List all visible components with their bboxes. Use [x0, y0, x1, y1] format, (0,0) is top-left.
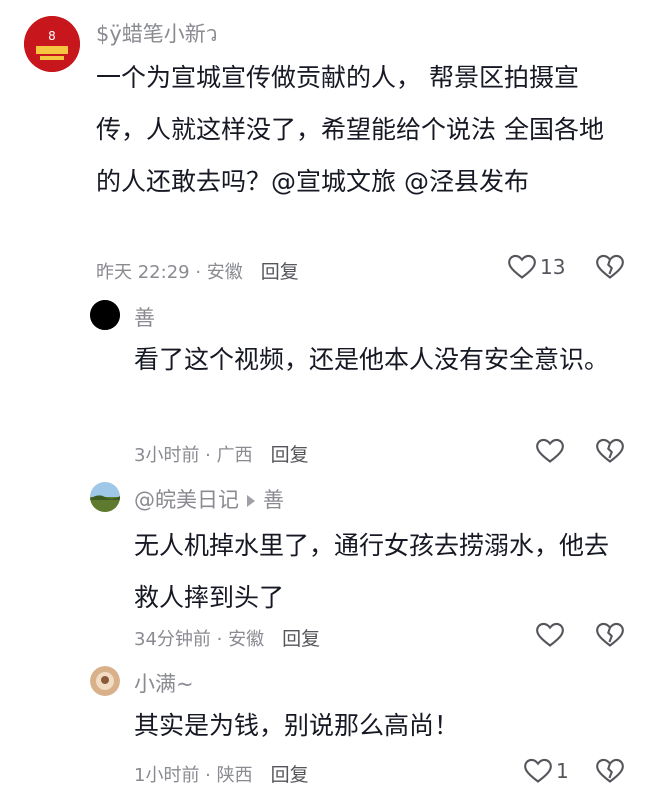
comment-meta: 34分钟前 · 安徽 回复 [134, 624, 320, 651]
avatar[interactable] [90, 482, 120, 512]
reply-button[interactable]: 回复 [271, 440, 309, 467]
broken-heart-icon [596, 438, 624, 463]
comment-meta: 3小时前 · 广西 回复 [134, 440, 309, 467]
comment-meta: 昨天 22:29 · 安徽 回复 [96, 257, 299, 284]
comment-author[interactable]: @皖美日记善 [134, 484, 284, 514]
broken-heart-icon [596, 254, 624, 279]
comment-text: 无人机掉水里了，通行女孩去捞溺水，他去救人摔到头了 [134, 531, 610, 612]
black-dot-avatar-icon [90, 300, 120, 330]
landscape-avatar-icon [90, 482, 120, 512]
broken-heart-icon [596, 622, 624, 647]
like-count: 1 [556, 759, 569, 783]
like-button[interactable] [536, 622, 564, 648]
avatar[interactable]: 8 [24, 16, 80, 72]
comment-time-location: 34分钟前 · 安徽 [134, 628, 265, 650]
broken-heart-icon [596, 758, 624, 783]
comment-time-location: 昨天 22:29 · 安徽 [96, 261, 243, 283]
comment-text: 其实是为钱，别说那么高尚！ [134, 711, 460, 740]
avatar[interactable] [90, 300, 120, 330]
red-badge-avatar-icon: 8 [24, 16, 80, 72]
heart-icon [536, 438, 564, 463]
reply-arrow-icon [247, 495, 255, 507]
like-button[interactable]: 1 [524, 758, 569, 784]
like-button[interactable]: 13 [508, 254, 565, 280]
comment-item: 8 $ÿ蜡笔小新ว 一个为宣城宣传做贡献的人， 帮景区拍摄宣传，人就这样没了，希… [0, 0, 650, 290]
like-button[interactable] [536, 438, 564, 464]
svg-text:8: 8 [48, 29, 56, 43]
like-count: 13 [540, 255, 566, 279]
dislike-button[interactable] [596, 758, 624, 784]
comment-text: 看了这个视频，还是他本人没有安全意识。 [134, 345, 610, 374]
comment-text: 一个为宣城宣传做贡献的人， 帮景区拍摄宣传，人就这样没了，希望能给个说法 全国各… [96, 63, 604, 196]
heart-icon [536, 622, 564, 647]
comment-author[interactable]: 小满~ [134, 668, 194, 698]
reply-to-name[interactable]: 善 [263, 488, 284, 512]
heart-icon [524, 758, 552, 783]
reply-button[interactable]: 回复 [261, 257, 299, 284]
reply-item: @皖美日记善 无人机掉水里了，通行女孩去捞溺水，他去救人摔到头了 34分钟前 ·… [0, 470, 650, 660]
comment-time-location: 1小时前 · 陕西 [134, 764, 253, 786]
reply-item: 善 看了这个视频，还是他本人没有安全意识。 3小时前 · 广西 回复 [0, 290, 650, 470]
dislike-button[interactable] [596, 254, 624, 280]
avatar[interactable] [90, 666, 120, 696]
reply-button[interactable]: 回复 [271, 760, 309, 787]
heart-icon [508, 254, 536, 279]
dislike-button[interactable] [596, 438, 624, 464]
comment-time-location: 3小时前 · 广西 [134, 444, 253, 466]
reply-button[interactable]: 回复 [282, 624, 320, 651]
comment-author[interactable]: 善 [134, 302, 155, 332]
portrait-avatar-icon [90, 666, 120, 696]
comment-author[interactable]: $ÿ蜡笔小新ว [96, 18, 218, 51]
comment-meta: 1小时前 · 陕西 回复 [134, 760, 309, 787]
dislike-button[interactable] [596, 622, 624, 648]
reply-item: 小满~ 其实是为钱，别说那么高尚！ 1小时前 · 陕西 回复 1 [0, 660, 650, 787]
comment-author-name[interactable]: @皖美日记 [134, 488, 239, 512]
